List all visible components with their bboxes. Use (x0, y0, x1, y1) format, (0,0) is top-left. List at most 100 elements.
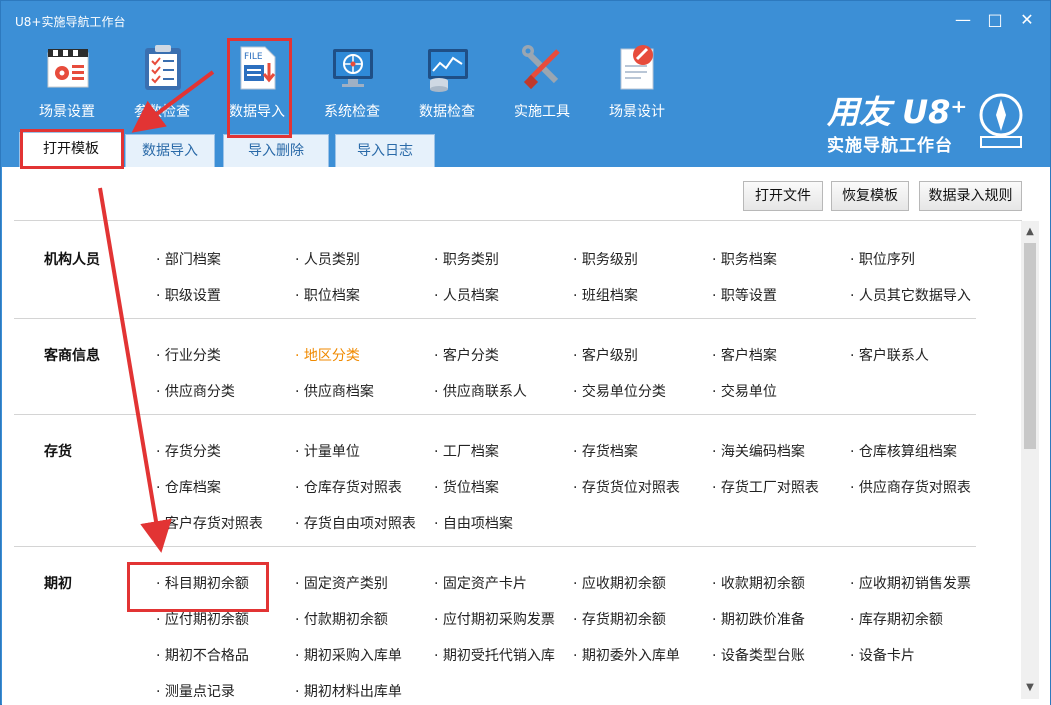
archive-item[interactable]: · 存货货位对照表 (573, 477, 680, 497)
scroll-up-icon[interactable]: ▲ (1021, 223, 1039, 241)
archive-item[interactable]: · 设备类型台账 (712, 645, 805, 665)
annotation-highlight-box (20, 129, 124, 169)
toolbar-system-check[interactable]: 系统检查 (312, 37, 392, 125)
archive-item[interactable]: · 人员其它数据导入 (850, 285, 971, 305)
archive-item[interactable]: · 期初受托代销入库 (434, 645, 555, 665)
title-bar[interactable]: U8+实施导航工作台 — □ ✕ (1, 1, 1051, 41)
archive-item[interactable]: · 职务级别 (573, 249, 638, 269)
data-entry-rules-button[interactable]: 数据录入规则 (919, 181, 1022, 211)
archive-item[interactable]: · 货位档案 (434, 477, 499, 497)
archive-item[interactable]: · 供应商存货对照表 (850, 477, 971, 497)
section-title: 存货 (44, 444, 72, 460)
archive-item[interactable]: · 付款期初余额 (295, 609, 388, 629)
archive-item[interactable]: · 存货分类 (156, 441, 221, 461)
toolbar-scene-settings[interactable]: 场景设置 (27, 37, 107, 125)
archive-item[interactable]: · 客户级别 (573, 345, 638, 365)
section-divider (14, 546, 976, 547)
toolbar-label: 数据检查 (419, 104, 475, 120)
toolbar-implementation-tools[interactable]: 实施工具 (502, 37, 582, 125)
archive-item[interactable]: · 客户分类 (434, 345, 499, 365)
maximize-icon[interactable]: □ (983, 9, 1007, 31)
tab-import-delete[interactable]: 导入删除 (223, 134, 329, 167)
tab-data-import[interactable]: 数据导入 (125, 134, 215, 167)
database-chart-icon (428, 49, 468, 92)
archive-item[interactable]: · 库存期初余额 (850, 609, 943, 629)
archive-item[interactable]: · 应付期初采购发票 (434, 609, 555, 629)
section-divider (14, 318, 976, 319)
archive-item[interactable]: · 人员类别 (295, 249, 360, 269)
section-title: 客商信息 (44, 348, 100, 364)
archive-item[interactable]: · 测量点记录 (156, 681, 235, 701)
annotation-highlight-box (227, 38, 292, 138)
archive-item[interactable]: · 设备卡片 (850, 645, 915, 665)
divider (14, 220, 1022, 221)
section-divider (14, 414, 976, 415)
archive-item[interactable]: · 供应商联系人 (434, 381, 527, 401)
template-panel: 打开文件 恢复模板 数据录入规则 机构人员 · 部门档案 · 人员类别 · 职务类别 ·… (2, 167, 1050, 705)
archive-item[interactable]: · 交易单位 (712, 381, 777, 401)
annotation-highlight-box (127, 562, 269, 612)
open-file-button[interactable]: 打开文件 (743, 181, 823, 211)
close-icon[interactable]: ✕ (1015, 9, 1039, 31)
archive-item[interactable]: · 收款期初余额 (712, 573, 805, 593)
checklist-icon (145, 45, 181, 90)
archive-item[interactable]: · 期初跌价准备 (712, 609, 805, 629)
archive-item[interactable]: · 职级设置 (156, 285, 221, 305)
archive-item[interactable]: · 期初委外入库单 (573, 645, 680, 665)
toolbar-label: 场景设置 (39, 104, 95, 120)
archive-item[interactable]: · 职务类别 (434, 249, 499, 269)
archive-item[interactable]: · 职务档案 (712, 249, 777, 269)
toolbar-data-check[interactable]: 数据检查 (407, 37, 487, 125)
archive-item[interactable]: · 仓库核算组档案 (850, 441, 957, 461)
monitor-check-icon (333, 49, 373, 87)
archive-item[interactable]: · 应收期初销售发票 (850, 573, 971, 593)
window-title: U8+实施导航工作台 (15, 15, 126, 29)
archive-item[interactable]: · 职位序列 (850, 249, 915, 269)
archive-item[interactable]: · 固定资产卡片 (434, 573, 527, 593)
toolbar-label: 系统检查 (324, 104, 380, 120)
archive-item[interactable]: · 客户存货对照表 (156, 513, 263, 533)
archive-item[interactable]: · 海关编码档案 (712, 441, 805, 461)
archive-item[interactable]: · 期初不合格品 (156, 645, 249, 665)
sub-tab-bar: 打开模板 数据导入 导入删除 导入日志 (1, 125, 1051, 167)
archive-item[interactable]: · 交易单位分类 (573, 381, 666, 401)
archive-item[interactable]: · 应付期初余额 (156, 609, 249, 629)
minimize-icon[interactable]: — (951, 9, 975, 31)
vertical-scrollbar[interactable]: ▲ ▼ (1021, 221, 1039, 699)
archive-item[interactable]: · 期初材料出库单 (295, 681, 402, 701)
archive-item[interactable]: · 地区分类 (295, 345, 360, 365)
archive-item[interactable]: · 存货期初余额 (573, 609, 666, 629)
archive-item[interactable]: · 客户联系人 (850, 345, 929, 365)
scrollbar-thumb[interactable] (1024, 243, 1036, 449)
archive-item[interactable]: · 客户档案 (712, 345, 777, 365)
scroll-down-icon[interactable]: ▼ (1021, 679, 1039, 697)
archive-item[interactable]: · 行业分类 (156, 345, 221, 365)
archive-item[interactable]: · 仓库存货对照表 (295, 477, 402, 497)
archive-item[interactable]: · 存货工厂对照表 (712, 477, 819, 497)
archive-item[interactable]: · 计量单位 (295, 441, 360, 461)
archive-item[interactable]: · 职位档案 (295, 285, 360, 305)
archive-item[interactable]: · 工厂档案 (434, 441, 499, 461)
archive-item[interactable]: · 供应商分类 (156, 381, 235, 401)
toolbar-scene-design[interactable]: 场景设计 (597, 37, 677, 125)
restore-template-button[interactable]: 恢复模板 (831, 181, 909, 211)
archive-item[interactable]: · 自由项档案 (434, 513, 513, 533)
archive-item[interactable]: · 存货自由项对照表 (295, 513, 416, 533)
archive-item[interactable]: · 部门档案 (156, 249, 221, 269)
main-toolbar: 场景设置 参数检查 FILE 数据导入 系统检查 数据检查 实施工具 场景设计 … (1, 37, 1051, 156)
toolbar-parameter-check[interactable]: 参数检查 (122, 37, 202, 125)
tools-icon (522, 45, 560, 90)
archive-item[interactable]: · 存货档案 (573, 441, 638, 461)
archive-item[interactable]: · 应收期初余额 (573, 573, 666, 593)
toolbar-label: 场景设计 (609, 104, 665, 120)
archive-item[interactable]: · 期初采购入库单 (295, 645, 402, 665)
toolbar-label: 参数检查 (134, 104, 190, 120)
archive-item[interactable]: · 固定资产类别 (295, 573, 388, 593)
archive-item[interactable]: · 仓库档案 (156, 477, 221, 497)
section-title: 期初 (44, 576, 72, 592)
archive-item[interactable]: · 班组档案 (573, 285, 638, 305)
archive-item[interactable]: · 人员档案 (434, 285, 499, 305)
archive-item[interactable]: · 供应商档案 (295, 381, 374, 401)
archive-item[interactable]: · 职等设置 (712, 285, 777, 305)
tab-import-log[interactable]: 导入日志 (335, 134, 435, 167)
